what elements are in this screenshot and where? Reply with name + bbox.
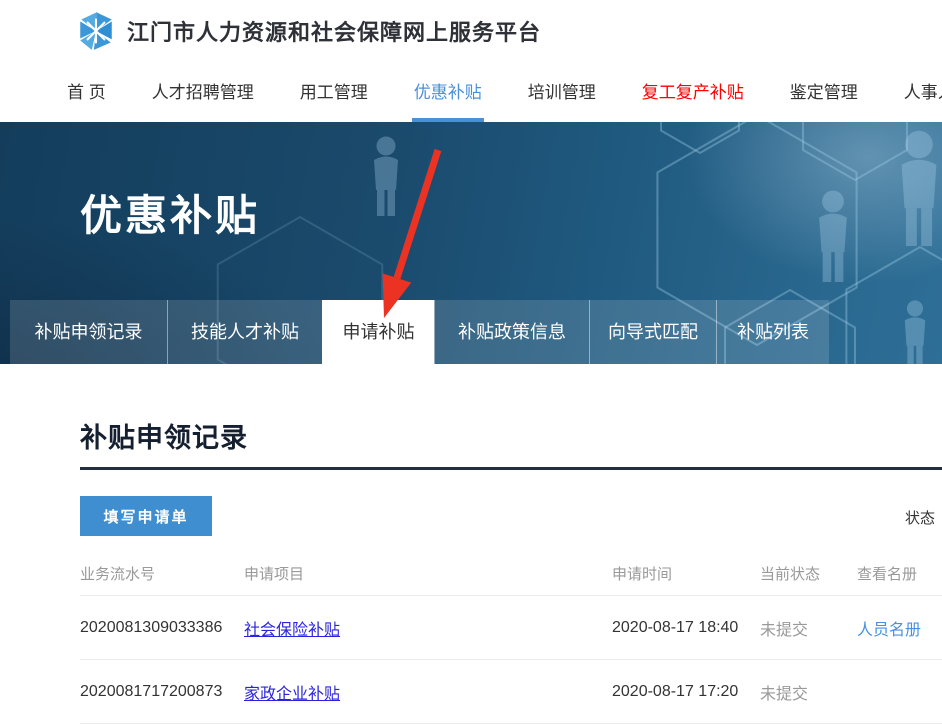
col-header-project: 申请项目 (244, 563, 612, 584)
tab-guided-match[interactable]: 向导式匹配 (589, 300, 716, 364)
project-link[interactable]: 社会保险补贴 (244, 622, 340, 639)
col-header-serial: 业务流水号 (80, 563, 244, 584)
fill-application-button[interactable]: 填写申请单 (80, 496, 212, 536)
cell-status: 未提交 (760, 616, 857, 640)
status-filter-label: 状态 (905, 507, 935, 528)
app-title: 江门市人力资源和社会保障网上服务平台 (127, 15, 541, 47)
nav-item-resumption-subsidy[interactable]: 复工复产补贴 (640, 62, 746, 122)
roster-link[interactable]: 人员名册 (857, 622, 921, 639)
pinwheel-logo-icon (75, 10, 117, 52)
nav-item-employment[interactable]: 用工管理 (298, 62, 370, 122)
section-header: 补贴申领记录 (80, 364, 942, 470)
nav-item-training[interactable]: 培训管理 (526, 62, 598, 122)
tab-apply-subsidy[interactable]: 申请补贴 (322, 300, 434, 364)
nav-item-home[interactable]: 首 页 (65, 62, 108, 122)
pinwheel-logo-svg (75, 10, 117, 52)
applications-table: 业务流水号 申请项目 申请时间 当前状态 查看名册 20200813090333… (80, 552, 942, 724)
tab-policy-info[interactable]: 补贴政策信息 (434, 300, 589, 364)
project-link[interactable]: 家政企业补贴 (244, 686, 340, 703)
nav-item-preferential-subsidy[interactable]: 优惠补贴 (412, 62, 484, 122)
nav-item-personnel[interactable]: 人事人才 (902, 62, 942, 122)
table-row: 2020081309033386 社会保险补贴 2020-08-17 18:40… (80, 596, 942, 660)
content-area: 补贴申领记录 填写申请单 状态 业务流水号 申请项目 申请时间 当前状态 查看名… (0, 364, 942, 724)
app-header: 江门市人力资源和社会保障网上服务平台 (0, 0, 942, 62)
tab-subsidy-list[interactable]: 补贴列表 (716, 300, 829, 364)
tab-skill-talent-subsidy[interactable]: 技能人才补贴 (167, 300, 322, 364)
col-header-roster: 查看名册 (857, 563, 942, 584)
toolbar: 填写申请单 状态 (80, 496, 942, 536)
nav-item-appraisal[interactable]: 鉴定管理 (788, 62, 860, 122)
col-header-time: 申请时间 (612, 563, 760, 584)
table-row: 2020081717200873 家政企业补贴 2020-08-17 17:20… (80, 660, 942, 724)
cell-serial: 2020081309033386 (80, 619, 244, 637)
banner-title: 优惠补贴 (80, 182, 260, 243)
tab-subsidy-records[interactable]: 补贴申领记录 (10, 300, 167, 364)
col-header-status: 当前状态 (760, 563, 857, 584)
cell-time: 2020-08-17 17:20 (612, 683, 760, 701)
banner-tabs: 补贴申领记录 技能人才补贴 申请补贴 补贴政策信息 向导式匹配 补贴列表 (10, 300, 829, 364)
banner: 优惠补贴 补贴申领记录 技能人才补贴 申请补贴 补贴政策信息 向导式匹配 补贴列… (0, 122, 942, 364)
table-header-row: 业务流水号 申请项目 申请时间 当前状态 查看名册 (80, 552, 942, 596)
main-nav: 首 页 人才招聘管理 用工管理 优惠补贴 培训管理 复工复产补贴 鉴定管理 人事… (0, 62, 942, 122)
cell-status: 未提交 (760, 680, 857, 704)
cell-serial: 2020081717200873 (80, 683, 244, 701)
nav-item-talent-recruitment[interactable]: 人才招聘管理 (150, 62, 256, 122)
section-title: 补贴申领记录 (80, 416, 942, 455)
cell-time: 2020-08-17 18:40 (612, 619, 760, 637)
